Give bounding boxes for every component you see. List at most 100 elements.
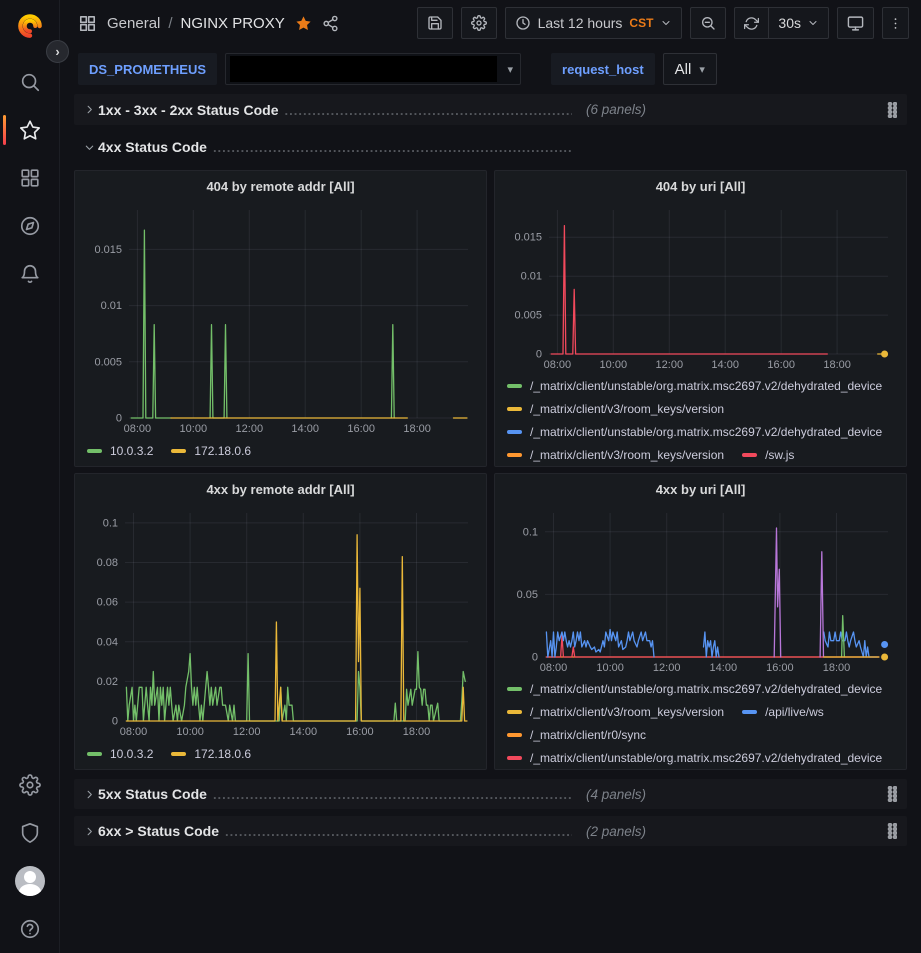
svg-text:18:00: 18:00 <box>823 359 851 371</box>
legend-row: 10.0.3.2 172.18.0.6 <box>87 438 478 464</box>
legend-item[interactable]: /_matrix/client/r0/sync <box>507 728 646 742</box>
svg-text:16:00: 16:00 <box>766 662 794 674</box>
row-drag-handle[interactable] <box>887 786 897 802</box>
sidebar-item-search[interactable] <box>0 58 59 106</box>
legend-item[interactable]: /_matrix/client/unstable/org.matrix.msc2… <box>507 425 882 439</box>
refresh-button[interactable] <box>735 8 768 38</box>
legend-item[interactable]: /sw.js <box>742 448 794 462</box>
share-icon[interactable] <box>322 15 339 32</box>
legend-color-swatch <box>507 430 522 434</box>
row-leader-dots: ........................................… <box>213 787 572 802</box>
sidebar-item-starred[interactable] <box>0 106 59 154</box>
variable-label-ds-prometheus: DS_PROMETHEUS <box>78 53 217 85</box>
legend-item[interactable]: 10.0.3.2 <box>87 444 153 458</box>
row-title: 6xx > Status Code <box>98 823 219 839</box>
row-drag-handle[interactable] <box>887 823 897 839</box>
breadcrumb: General / NGINX PROXY <box>107 15 285 32</box>
more-options-button[interactable] <box>882 7 909 39</box>
row-6xx[interactable]: 6xx > Status Code ......................… <box>74 816 907 846</box>
kebab-icon <box>888 16 903 31</box>
kiosk-mode-button[interactable] <box>837 7 874 39</box>
legend-row: /_matrix/client/unstable/org.matrix.msc2… <box>507 677 898 700</box>
legend-item[interactable]: /_matrix/client/v3/room_keys/version <box>507 448 724 462</box>
legend-color-swatch <box>171 752 186 756</box>
svg-text:0.015: 0.015 <box>94 244 122 256</box>
svg-text:0.005: 0.005 <box>514 310 542 322</box>
dashboard-settings-button[interactable] <box>461 7 497 39</box>
star-icon <box>19 119 41 141</box>
legend-color-swatch <box>507 733 522 737</box>
legend-color-swatch <box>507 687 522 691</box>
time-range-picker[interactable]: Last 12 hours CST <box>505 7 683 39</box>
top-navbar: General / NGINX PROXY <box>60 0 921 46</box>
legend-row: /_matrix/client/v3/room_keys/version <box>507 397 898 420</box>
save-dashboard-button[interactable] <box>417 7 453 39</box>
time-series-plot[interactable]: 00.020.040.060.080.108:0010:0012:0014:00… <box>83 503 478 741</box>
legend-item[interactable]: /_matrix/client/v3/room_keys/version <box>507 705 724 719</box>
time-series-plot[interactable]: 00.0050.010.01508:0010:0012:0014:0016:00… <box>503 200 898 374</box>
legend-item[interactable]: 172.18.0.6 <box>171 444 251 458</box>
breadcrumb-separator: / <box>168 15 172 32</box>
sidebar-item-dashboards[interactable] <box>0 154 59 202</box>
legend-label: 172.18.0.6 <box>194 747 251 761</box>
help-icon <box>19 918 41 940</box>
row-drag-handle[interactable] <box>887 102 897 118</box>
legend-color-swatch <box>87 752 102 756</box>
row-panel-count: (2 panels) <box>586 824 646 839</box>
legend-item[interactable]: /_matrix/client/unstable/org.matrix.msc2… <box>507 379 882 393</box>
row-title: 5xx Status Code <box>98 786 207 802</box>
legend-item[interactable]: 172.18.0.6 <box>171 747 251 761</box>
clock-icon <box>515 15 531 31</box>
legend-item[interactable]: 10.0.3.2 <box>87 747 153 761</box>
svg-text:0.02: 0.02 <box>97 676 118 688</box>
svg-text:18:00: 18:00 <box>403 423 431 435</box>
refresh-interval-dropdown[interactable]: 30s <box>769 8 828 38</box>
row-4xx[interactable]: 4xx Status Code ........................… <box>74 133 907 161</box>
row-5xx[interactable]: 5xx Status Code ........................… <box>74 779 907 809</box>
svg-text:0: 0 <box>116 413 122 425</box>
svg-text:12:00: 12:00 <box>656 359 684 371</box>
svg-text:0.05: 0.05 <box>517 589 538 601</box>
legend-item[interactable]: /api/live/ws <box>742 705 824 719</box>
star-filled-icon[interactable] <box>295 15 312 32</box>
time-series-plot[interactable]: 00.0050.010.01508:0010:0012:0014:0016:00… <box>83 200 478 438</box>
sidebar-item-settings[interactable] <box>0 761 59 809</box>
dashboard-submenu: DS_PROMETHEUS ▾ request_host All ▾ <box>60 46 921 92</box>
breadcrumb-folder[interactable]: General <box>107 15 160 32</box>
breadcrumb-dashboard-title[interactable]: NGINX PROXY <box>181 15 285 32</box>
svg-text:12:00: 12:00 <box>236 423 264 435</box>
time-series-plot[interactable]: 00.050.108:0010:0012:0014:0016:0018:00 <box>503 503 898 677</box>
row-1xx-3xx-2xx[interactable]: 1xx - 3xx - 2xx Status Code ............… <box>74 94 907 125</box>
panel-title[interactable]: 4xx by uri [All] <box>503 479 898 503</box>
svg-text:10:00: 10:00 <box>600 359 628 371</box>
sidebar-item-explore[interactable] <box>0 202 59 250</box>
legend-item[interactable]: /_matrix/client/unstable/org.matrix.msc2… <box>507 751 882 765</box>
user-avatar <box>15 866 45 896</box>
variable-value-request-host-dropdown[interactable]: All ▾ <box>663 53 717 85</box>
variable-value-ds-prometheus-dropdown[interactable]: ▾ <box>225 53 521 85</box>
panel-4xx-by-remote-addr: 4xx by remote addr [All] 00.020.040.060.… <box>74 473 487 770</box>
panel-title[interactable]: 404 by uri [All] <box>503 176 898 200</box>
grafana-logo[interactable] <box>16 12 44 40</box>
dashboards-icon <box>19 167 41 189</box>
apps-grid-icon[interactable] <box>78 14 97 33</box>
chevron-down-icon <box>807 17 819 29</box>
legend-item[interactable]: /_matrix/client/unstable/org.matrix.msc2… <box>507 682 882 696</box>
sidebar-item-server-admin[interactable] <box>0 809 59 857</box>
svg-text:0.04: 0.04 <box>97 636 118 648</box>
panel-404-by-uri: 404 by uri [All] 00.0050.010.01508:0010:… <box>494 170 907 467</box>
panel-title[interactable]: 4xx by remote addr [All] <box>83 479 478 503</box>
sidebar-item-profile[interactable] <box>0 857 59 905</box>
zoom-out-time-button[interactable] <box>690 7 726 39</box>
zoom-out-icon <box>700 15 716 31</box>
panel-title[interactable]: 404 by remote addr [All] <box>83 176 478 200</box>
legend-color-swatch <box>507 710 522 714</box>
sidebar-item-alerting[interactable] <box>0 250 59 298</box>
row-title: 4xx Status Code <box>98 139 207 155</box>
sidebar <box>0 0 60 953</box>
legend-item[interactable]: /_matrix/client/v3/room_keys/version <box>507 402 724 416</box>
svg-text:10:00: 10:00 <box>176 726 204 738</box>
sidebar-item-help[interactable] <box>0 905 59 953</box>
sidebar-expand-button[interactable]: › <box>46 40 69 63</box>
svg-text:10:00: 10:00 <box>596 662 624 674</box>
